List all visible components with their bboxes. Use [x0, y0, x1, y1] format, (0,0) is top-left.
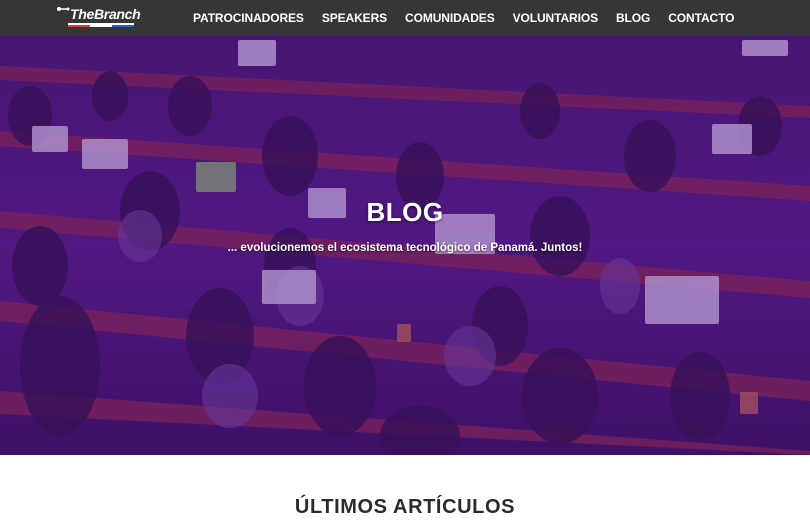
latest-articles-heading: ÚLTIMOS ARTÍCULOS: [294, 496, 516, 518]
nav-item-speakers[interactable]: SPEAKERS: [322, 11, 387, 25]
site-logo[interactable]: TheBranch: [56, 4, 144, 28]
logo-text: TheBranch: [70, 6, 141, 22]
hero-subtitle: ... evolucionemos el ecosistema tecnológ…: [227, 242, 583, 254]
top-navbar: TheBranch PATROCINADORES SPEAKERS COMUNI…: [0, 0, 810, 36]
nav-item-blog[interactable]: BLOG: [616, 11, 650, 25]
nav-item-voluntarios[interactable]: VOLUNTARIOS: [513, 11, 598, 25]
main-nav: PATROCINADORES SPEAKERS COMUNIDADES VOLU…: [193, 0, 752, 36]
hero-banner: BLOG ... evolucionemos el ecosistema tec…: [0, 36, 810, 455]
nav-item-contacto[interactable]: CONTACTO: [668, 11, 734, 25]
hero-title: BLOG: [366, 197, 444, 227]
nav-item-comunidades[interactable]: COMUNIDADES: [405, 11, 495, 25]
nav-item-patrocinadores[interactable]: PATROCINADORES: [193, 11, 304, 25]
